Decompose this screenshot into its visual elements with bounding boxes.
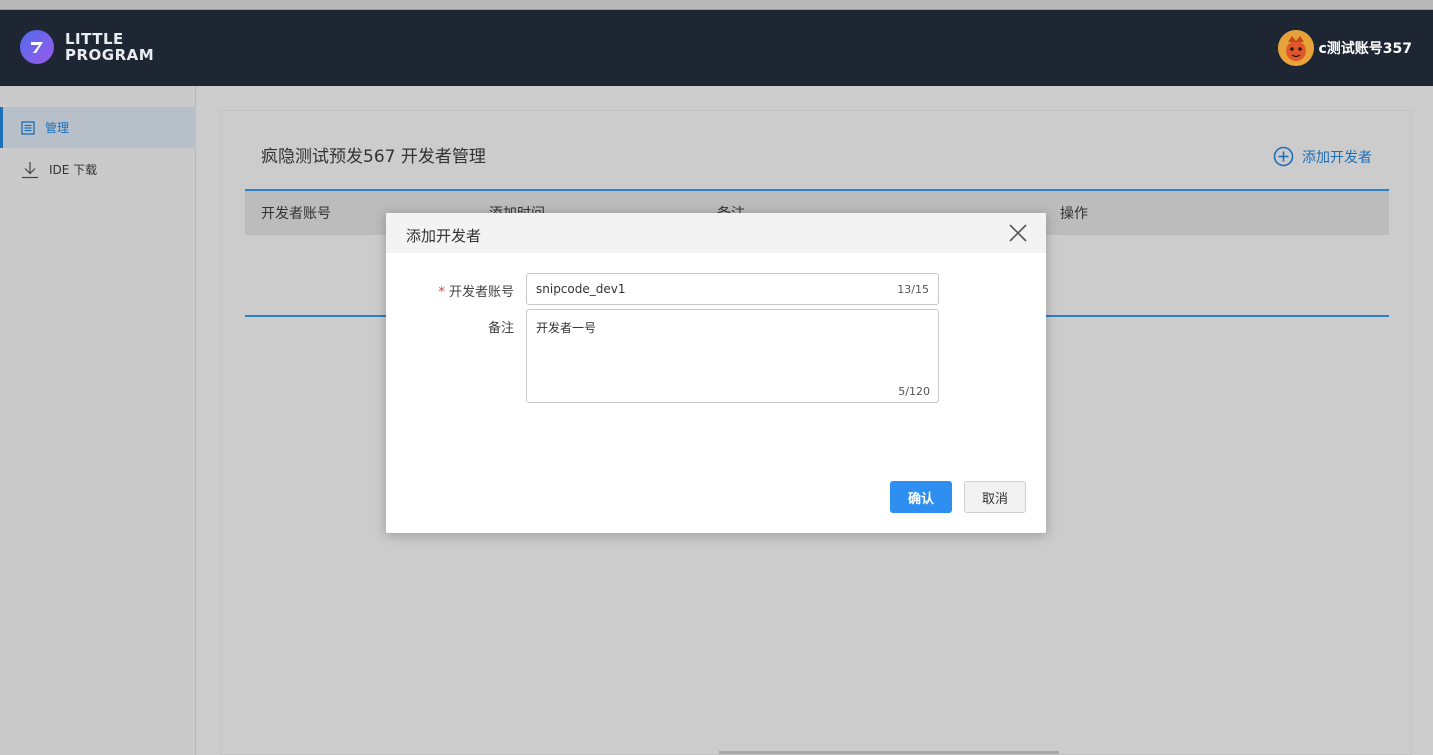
add-developer-label: 添加开发者 [1302,149,1372,166]
dialog-title: 添加开发者 [406,227,482,245]
remark-textarea-value: 开发者一号 [536,321,597,335]
add-developer-button[interactable]: 添加开发者 [1273,146,1372,167]
remark-textarea[interactable]: 开发者一号 5/120 [526,309,939,403]
avatar[interactable] [1278,30,1315,66]
brand-line-1: LITTLE [65,30,124,48]
browser-top-strip [0,0,1433,10]
page-title: 疯隐测试预发567 开发者管理 [261,147,486,167]
brand-line-2: PROGRAM [65,46,155,64]
account-input-value: snipcode_dev1 [536,282,626,296]
plus-circle-icon [1273,146,1294,167]
window-scrollbar[interactable] [719,751,1059,754]
list-icon [21,120,35,135]
account-field-label: * 开发者账号 [438,281,514,300]
account-char-count: 13/15 [897,282,929,296]
brand-name: LITTLE PROGRAM [65,31,154,63]
cancel-button[interactable]: 取消 [964,481,1026,513]
sidebar-item-label: IDE 下载 [49,163,98,177]
brand-logo[interactable]: LITTLE PROGRAM [20,30,154,64]
remark-char-count: 5/120 [898,385,930,398]
sidebar: 管理 IDE 下载 [0,86,196,755]
app-header: LITTLE PROGRAM c测试账号357 [0,10,1433,86]
remark-field-label: 备注 [487,321,514,336]
download-icon [22,161,38,178]
sidebar-item-ide-download[interactable]: IDE 下载 [0,149,196,190]
dialog-header: 添加开发者 [386,213,1046,253]
close-icon [1009,224,1027,242]
sidebar-item-label: 管理 [45,121,70,135]
required-marker: * [438,285,445,300]
column-header-actions: 操作 [1060,206,1088,222]
add-developer-dialog: 添加开发者 * 开发者账号 snipcode_dev1 13/15 备注 开发者一… [386,213,1046,533]
account-input[interactable]: snipcode_dev1 13/15 [526,273,939,305]
username[interactable]: c测试账号357 [1318,38,1412,58]
logo-mark-icon [20,30,54,64]
column-header-account: 开发者账号 [261,206,331,222]
sidebar-item-manage[interactable]: 管理 [0,107,196,148]
confirm-button[interactable]: 确认 [890,481,952,513]
user-menu[interactable]: c测试账号357 [1278,30,1412,66]
close-button[interactable] [1006,221,1030,245]
account-label-text: 开发者账号 [448,285,514,300]
